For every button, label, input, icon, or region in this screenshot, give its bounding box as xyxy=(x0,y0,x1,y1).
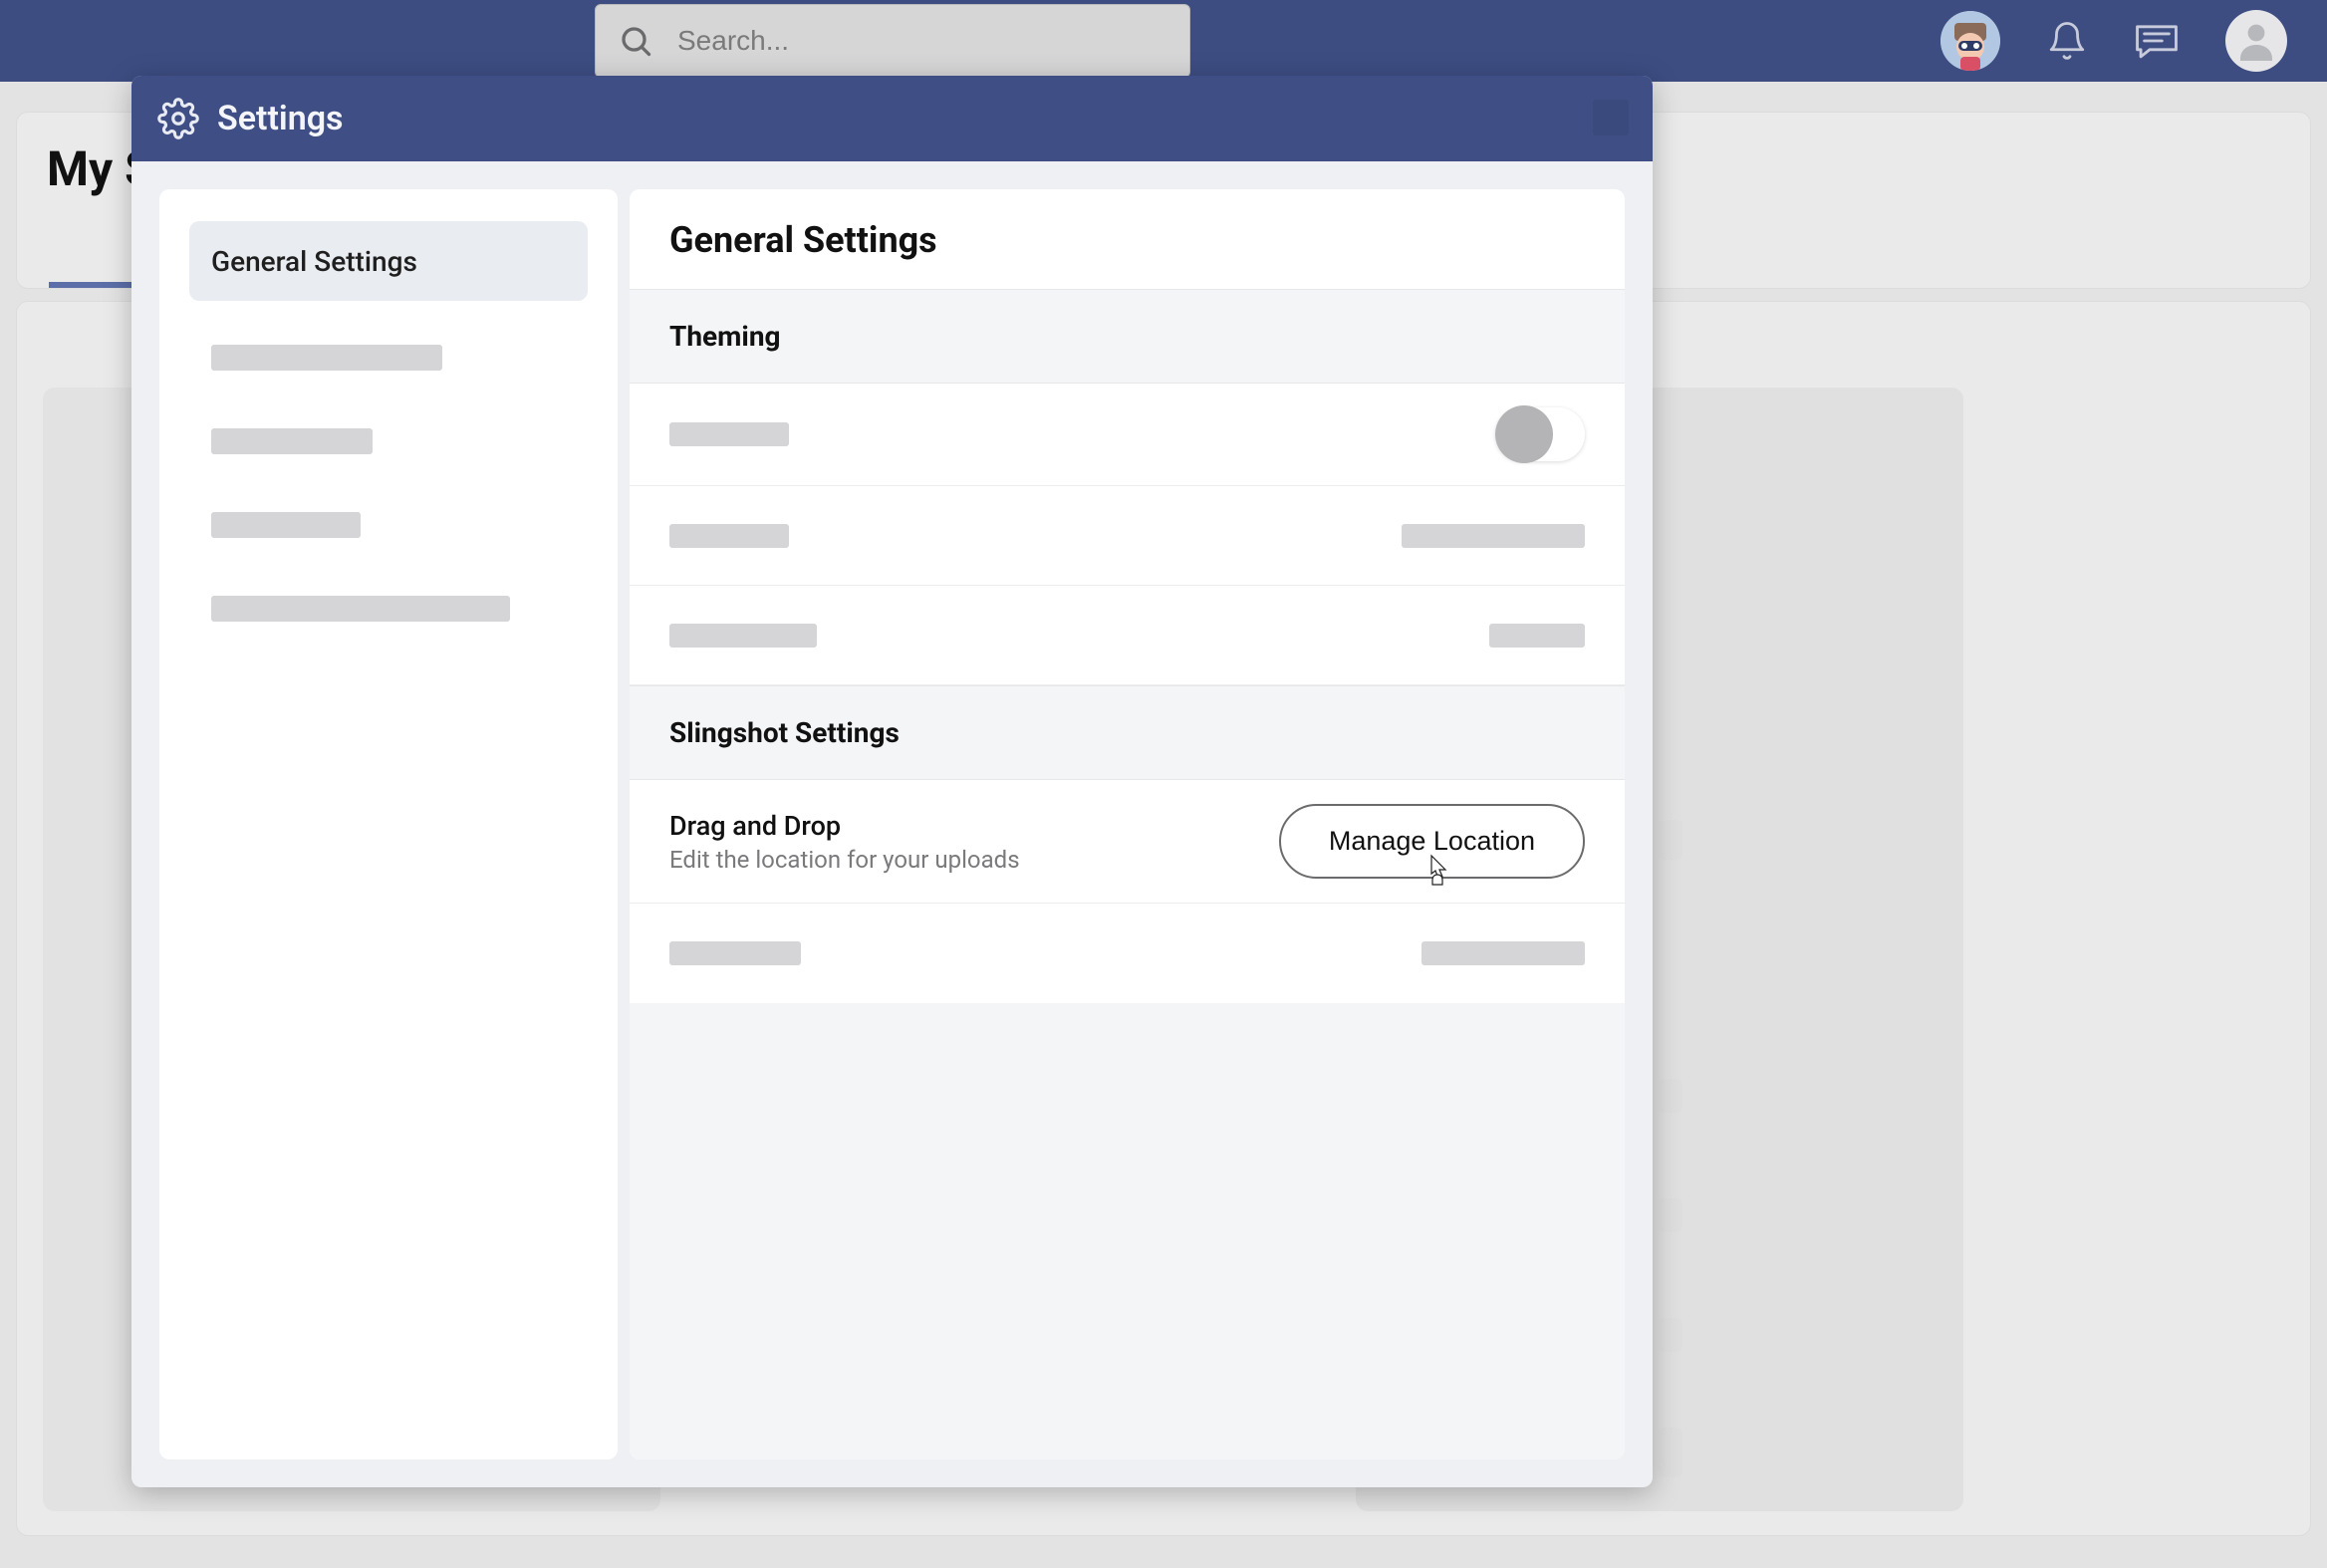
section-header-slingshot: Slingshot Settings xyxy=(630,685,1625,780)
content-empty-area xyxy=(630,1003,1625,1459)
content-title: General Settings xyxy=(630,189,1625,289)
theme-toggle[interactable] xyxy=(1495,407,1585,461)
drag-drop-title: Drag and Drop xyxy=(669,810,1020,842)
gear-icon xyxy=(157,98,199,139)
sidebar-item-general-settings[interactable]: General Settings xyxy=(189,221,588,301)
sidebar-item-skeleton xyxy=(211,428,373,454)
bg-decor xyxy=(1659,820,1682,860)
bg-decor xyxy=(1659,1198,1682,1232)
user-avatar[interactable] xyxy=(2225,10,2287,72)
global-search[interactable] xyxy=(595,4,1190,78)
settings-sidebar: General Settings xyxy=(159,189,618,1459)
modal-header: Settings xyxy=(131,76,1653,161)
sidebar-item-skeleton xyxy=(211,512,361,538)
setting-value-skeleton xyxy=(1402,524,1585,548)
close-icon xyxy=(1601,108,1621,128)
theming-row-toggle xyxy=(630,384,1625,486)
setting-label-skeleton xyxy=(669,422,789,446)
setting-label-skeleton xyxy=(669,624,817,648)
manage-location-button[interactable]: Manage Location xyxy=(1279,804,1585,879)
settings-content: General Settings Theming Slingshot Setti… xyxy=(630,189,1625,1459)
top-navbar xyxy=(0,0,2327,82)
slingshot-row-skeleton xyxy=(630,904,1625,1003)
bg-decor xyxy=(1659,1079,1682,1113)
search-icon xyxy=(618,23,653,59)
drag-drop-subtitle: Edit the location for your uploads xyxy=(669,846,1020,874)
active-tab-indicator xyxy=(49,282,134,288)
section-header-theming: Theming xyxy=(630,289,1625,384)
sidebar-item-skeleton xyxy=(211,345,442,371)
theming-row-skeleton xyxy=(630,586,1625,685)
toggle-knob xyxy=(1495,405,1553,463)
notifications-icon[interactable] xyxy=(2046,19,2088,63)
assistant-avatar[interactable] xyxy=(1940,11,2000,71)
bg-decor xyxy=(1659,1318,1682,1352)
setting-value-skeleton xyxy=(1489,624,1585,648)
bg-decor xyxy=(1659,1428,1682,1477)
sidebar-item-label: General Settings xyxy=(211,245,417,278)
close-button[interactable] xyxy=(1593,100,1629,135)
setting-label-skeleton xyxy=(669,524,789,548)
setting-value-skeleton xyxy=(1422,941,1585,965)
chat-icon[interactable] xyxy=(2134,20,2180,62)
theming-row-skeleton xyxy=(630,486,1625,586)
modal-title: Settings xyxy=(217,99,344,138)
search-input[interactable] xyxy=(677,25,1167,57)
settings-modal: Settings General Settings General Settin… xyxy=(131,76,1653,1487)
setting-label-skeleton xyxy=(669,941,801,965)
drag-and-drop-row: Drag and Drop Edit the location for your… xyxy=(630,780,1625,904)
sidebar-item-skeleton xyxy=(211,596,510,622)
